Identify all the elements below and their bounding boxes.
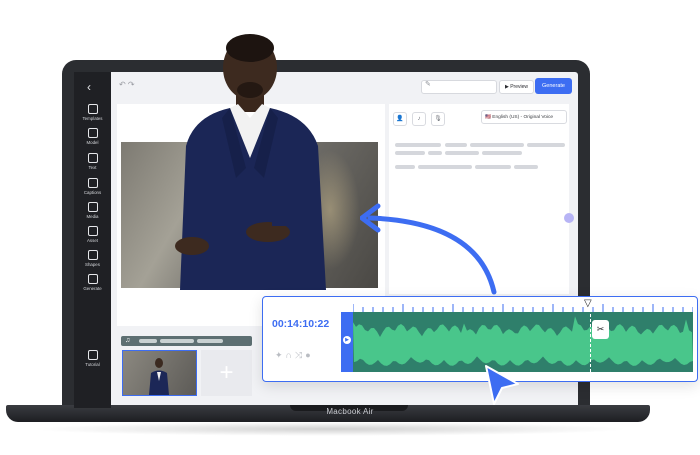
sidebar-item-label: Model: [86, 140, 99, 145]
sidebar-item-label: Text: [88, 165, 97, 170]
mic-tab-icon[interactable]: 🎙: [431, 112, 445, 126]
scene-bar-line: [139, 339, 157, 343]
sidebar-item-media[interactable]: Media: [74, 202, 111, 219]
script-text-line: [470, 143, 524, 147]
presenter-hair: [226, 34, 274, 62]
sidebar-item-label: Generate: [83, 286, 102, 291]
media-icon: [87, 202, 98, 212]
script-text-line: [395, 151, 425, 155]
sidebar-item-label: Asset: [87, 238, 98, 243]
timecode: 00:14:10:22: [272, 318, 330, 330]
curved-arrow-icon: [360, 203, 497, 295]
sidebar: Templates Model Text Captions Media Asse…: [74, 72, 111, 408]
presenter-hand-left: [175, 237, 209, 255]
sidebar-item-tutorial[interactable]: Tutorial: [74, 350, 111, 367]
shapes-icon: [87, 250, 98, 260]
script-text-line: [418, 165, 472, 169]
undo-redo-icons[interactable]: ↶ ↷: [119, 80, 135, 89]
script-text-line: [428, 151, 442, 155]
avatar-tab-icon[interactable]: 👤: [393, 112, 407, 126]
laptop-shadow: [30, 422, 630, 436]
presenter-sleeve-left: [184, 218, 206, 236]
presenter-sleeve-right: [272, 208, 298, 226]
script-text-line: [482, 151, 522, 155]
playhead-line[interactable]: [590, 304, 591, 372]
pencil-icon: ✎: [425, 81, 431, 88]
sidebar-item-captions[interactable]: Captions: [74, 178, 111, 195]
captions-icon: [87, 178, 98, 188]
script-text-line: [445, 143, 467, 147]
sidebar-item-label: Shapes: [85, 262, 100, 267]
project-name-field[interactable]: [421, 80, 497, 94]
timeline-ruler[interactable]: [353, 304, 693, 312]
voice-select[interactable]: 🇺🇸 English (US) - Original Voice: [481, 110, 567, 124]
play-icon[interactable]: ▶: [343, 336, 351, 344]
scene-bar-line: [197, 339, 223, 343]
scissors-icon[interactable]: ✂: [592, 320, 609, 339]
asset-icon: [87, 226, 98, 236]
sidebar-item-label: Media: [86, 214, 99, 219]
music-note-icon: ♫: [125, 337, 131, 344]
back-arrow-icon[interactable]: ‹: [87, 80, 91, 94]
script-text-line: [514, 165, 538, 169]
add-scene-button[interactable]: +: [201, 350, 252, 396]
laptop-model-label: Macbook Air: [326, 407, 374, 416]
presenter-image: [175, 34, 326, 290]
text-icon: [87, 153, 98, 163]
scene-thumbnail[interactable]: [122, 350, 197, 396]
script-text-line: [475, 165, 511, 169]
script-text-line: [445, 151, 479, 155]
scene-presenter-figure: [149, 358, 169, 395]
generate-icon: [87, 274, 98, 284]
sidebar-item-generate[interactable]: Generate: [74, 274, 111, 291]
timeline-tool-icons[interactable]: ✦∩⤨●: [275, 350, 314, 361]
presenter-beard: [237, 82, 263, 98]
model-icon: [87, 128, 98, 138]
sidebar-item-asset[interactable]: Asset: [74, 226, 111, 243]
script-text-line: [395, 143, 441, 147]
templates-icon: [87, 104, 98, 114]
tutorial-icon: [87, 350, 98, 360]
preview-button[interactable]: ▶ Preview: [499, 80, 534, 94]
panel-resize-handle[interactable]: [564, 213, 574, 223]
scene-bar-line: [160, 339, 194, 343]
sidebar-item-label: Templates: [82, 116, 103, 121]
script-text-line: [395, 165, 415, 169]
script-text-line: [527, 143, 565, 147]
voice-tab-icon[interactable]: ♪: [412, 112, 426, 126]
sidebar-item-label: Captions: [83, 190, 102, 195]
sidebar-item-model[interactable]: Model: [74, 128, 111, 145]
sidebar-item-shapes[interactable]: Shapes: [74, 250, 111, 267]
playhead-marker-icon[interactable]: ▽: [584, 298, 592, 309]
generate-button[interactable]: Generate: [535, 78, 572, 94]
mouse-cursor-icon: [485, 365, 519, 405]
sidebar-item-text[interactable]: Text: [74, 153, 111, 170]
sidebar-item-label: Tutorial: [85, 362, 100, 367]
sidebar-item-templates[interactable]: Templates: [74, 104, 111, 121]
